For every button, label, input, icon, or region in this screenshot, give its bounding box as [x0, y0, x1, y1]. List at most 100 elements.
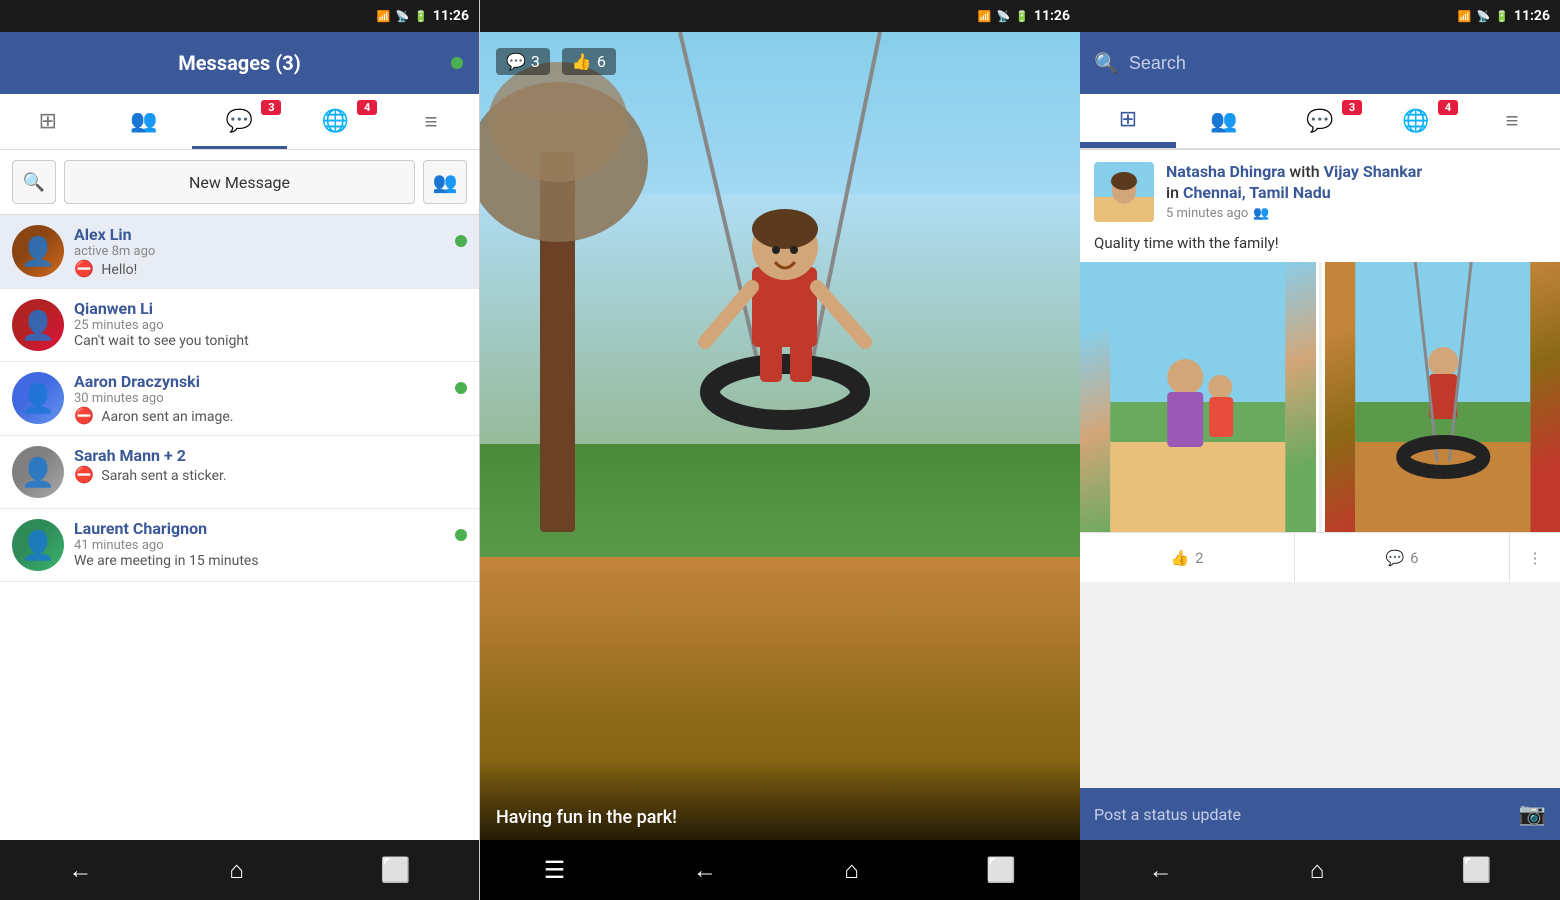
- post-image-2[interactable]: [1325, 262, 1560, 532]
- online-dot: [455, 235, 467, 247]
- nav-home[interactable]: ⊞: [0, 94, 96, 149]
- search-icon: 🔍: [23, 172, 45, 193]
- nav-messages-right[interactable]: 💬 3: [1272, 94, 1368, 148]
- status-update-placeholder[interactable]: Post a status update: [1094, 805, 1519, 824]
- comment-count-action: 6: [1410, 549, 1418, 567]
- recents-button-right[interactable]: ⬜: [1462, 856, 1492, 884]
- messages-badge-right: 3: [1342, 100, 1362, 115]
- wifi-icon: 📶: [377, 10, 391, 23]
- nav-home-right[interactable]: ⊞: [1080, 94, 1176, 148]
- menu-hamburger-icon[interactable]: ☰: [544, 856, 566, 884]
- signal-icon: 📡: [1477, 10, 1491, 23]
- post-image-1[interactable]: [1080, 262, 1316, 532]
- friends-icon-small: 👥: [1253, 206, 1269, 221]
- avatar: 👤: [12, 299, 64, 351]
- status-time-right: 11:26: [1514, 8, 1550, 24]
- post-meta: Natasha Dhingra with Vijay Shankar in Ch…: [1166, 162, 1546, 221]
- home-button[interactable]: ⌂: [229, 856, 244, 885]
- image-divider: [1319, 262, 1322, 532]
- photo-stats: 💬 3 👍 6: [496, 48, 616, 75]
- search-button[interactable]: 🔍: [12, 160, 56, 204]
- contact-name: Laurent Charignon: [74, 519, 467, 538]
- message-item[interactable]: 👤 Qianwen Li 25 minutes ago Can't wait t…: [0, 289, 479, 362]
- status-icons-right: 📶 📡 🔋 11:26: [1458, 8, 1550, 24]
- like-count-action: 2: [1195, 549, 1203, 567]
- status-bar-center: 📶 📡 🔋 11:26: [480, 0, 1080, 32]
- msg-time: 25 minutes ago: [74, 318, 467, 333]
- post-time: 5 minutes ago 👥: [1166, 206, 1546, 221]
- back-button[interactable]: ←: [693, 856, 717, 885]
- nav-menu-right[interactable]: ≡: [1464, 94, 1560, 148]
- recents-button[interactable]: ⬜: [381, 856, 411, 884]
- photo-container[interactable]: 💬 3 👍 6 Having fun in the park!: [480, 32, 1080, 840]
- park-photo: 💬 3 👍 6 Having fun in the park!: [480, 32, 1080, 840]
- group-button[interactable]: 👥: [423, 160, 467, 204]
- post-img-svg-1: [1080, 262, 1316, 532]
- nav-messages[interactable]: 💬 3: [192, 94, 288, 149]
- newsfeed-panel: 📶 📡 🔋 11:26 🔍 ⊞ 👥 💬 3 🌐 4 ≡: [1080, 0, 1560, 900]
- bottom-nav-left: ← ⌂ ⬜: [0, 840, 479, 900]
- nav-globe[interactable]: 🌐 4: [287, 94, 383, 149]
- messages-icon: 💬: [226, 109, 253, 134]
- author-name: Natasha Dhingra: [1166, 162, 1285, 181]
- home-button[interactable]: ⌂: [844, 856, 859, 885]
- online-dot: [455, 529, 467, 541]
- camera-icon[interactable]: 📷: [1519, 802, 1546, 827]
- messages-header: Messages (3): [0, 32, 479, 94]
- status-update-bar: Post a status update 📷: [1080, 788, 1560, 840]
- in-text: in: [1166, 183, 1183, 202]
- msg-content: Aaron Draczynski 30 minutes ago ⛔ Aaron …: [74, 372, 467, 425]
- back-button[interactable]: ←: [68, 856, 92, 885]
- nav-globe-right[interactable]: 🌐 4: [1368, 94, 1464, 148]
- post-avatar-img: [1094, 162, 1154, 222]
- more-action[interactable]: ⋮: [1510, 533, 1560, 582]
- globe-badge-right: 4: [1438, 100, 1458, 115]
- msg-content: Qianwen Li 25 minutes ago Can't wait to …: [74, 299, 467, 349]
- msg-content: Laurent Charignon 41 minutes ago We are …: [74, 519, 467, 569]
- msg-preview: We are meeting in 15 minutes: [74, 553, 467, 569]
- status-time-left: 11:26: [433, 8, 469, 24]
- nav-friends[interactable]: 👥: [96, 94, 192, 149]
- search-input[interactable]: [1129, 53, 1546, 74]
- post-card: Natasha Dhingra with Vijay Shankar in Ch…: [1080, 150, 1560, 582]
- like-action[interactable]: 👍 2: [1080, 533, 1295, 582]
- nav-menu[interactable]: ≡: [383, 94, 479, 149]
- message-item[interactable]: 👤 Aaron Draczynski 30 minutes ago ⛔ Aaro…: [0, 362, 479, 436]
- signal-icon: 📡: [997, 10, 1011, 23]
- msg-time: 41 minutes ago: [74, 538, 467, 553]
- post-text: Quality time with the family!: [1080, 228, 1560, 262]
- menu-icon: ≡: [425, 109, 438, 135]
- nav-friends-right[interactable]: 👥: [1176, 94, 1272, 148]
- msg-content: Sarah Mann + 2 ⛔ Sarah sent a sticker.: [74, 446, 467, 484]
- photo-overlay: Having fun in the park!: [480, 760, 1080, 840]
- group-icon: 👥: [433, 170, 458, 194]
- messages-panel: 📶 📡 🔋 11:26 Messages (3) ⊞ 👥 💬 3 🌐 4 ≡: [0, 0, 480, 900]
- photo-caption: Having fun in the park!: [496, 807, 677, 828]
- wifi-icon: 📶: [1458, 10, 1472, 23]
- new-message-button[interactable]: New Message: [64, 160, 415, 204]
- message-list: 👤 Alex Lin active 8m ago ⛔ Hello! 👤 Qian…: [0, 215, 479, 582]
- avatar: 👤: [12, 225, 64, 277]
- home-button-right[interactable]: ⌂: [1310, 856, 1325, 885]
- wifi-icon: 📶: [978, 10, 992, 23]
- error-icon: ⛔: [74, 259, 94, 278]
- nav-bar-right: ⊞ 👥 💬 3 🌐 4 ≡: [1080, 94, 1560, 150]
- messages-title: Messages (3): [178, 51, 301, 75]
- more-icon: ⋮: [1528, 549, 1543, 567]
- search-header: 🔍: [1080, 32, 1560, 94]
- back-button-right[interactable]: ←: [1149, 856, 1173, 885]
- battery-icon: 🔋: [1495, 10, 1509, 23]
- recents-button[interactable]: ⬜: [986, 856, 1016, 884]
- message-item[interactable]: 👤 Sarah Mann + 2 ⛔ Sarah sent a sticker.: [0, 436, 479, 509]
- message-item[interactable]: 👤 Laurent Charignon 41 minutes ago We ar…: [0, 509, 479, 582]
- bottom-nav-right: ← ⌂ ⬜: [1080, 840, 1560, 900]
- comment-action[interactable]: 💬 6: [1295, 533, 1510, 582]
- status-icons-center: 📶 📡 🔋 11:26: [978, 8, 1070, 24]
- battery-icon: 🔋: [414, 10, 428, 23]
- tagged-person: Vijay Shankar: [1324, 162, 1423, 181]
- search-icon: 🔍: [1094, 51, 1119, 75]
- message-item[interactable]: 👤 Alex Lin active 8m ago ⛔ Hello!: [0, 215, 479, 289]
- comment-icon: 💬: [506, 52, 526, 71]
- messages-icon: 💬: [1306, 109, 1333, 134]
- avatar: 👤: [12, 372, 64, 424]
